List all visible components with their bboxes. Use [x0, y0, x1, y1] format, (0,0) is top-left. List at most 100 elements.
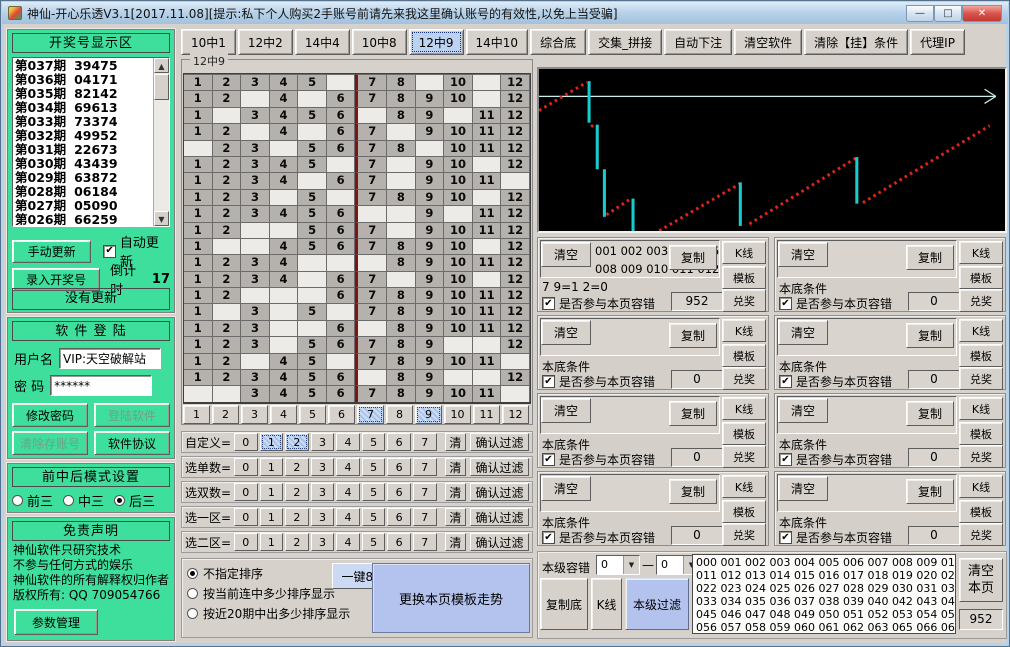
tolerance-checkbox[interactable]: ✔是否参与本页容错: [779, 451, 892, 468]
tolerance-checkbox[interactable]: ✔是否参与本页容错: [779, 373, 892, 390]
grid-cell[interactable]: [473, 90, 502, 106]
template-button[interactable]: 模板: [959, 500, 1003, 523]
filter-digit-3[interactable]: 3: [311, 533, 335, 551]
grid-cell[interactable]: 7: [355, 156, 387, 172]
clear-button[interactable]: 清: [445, 508, 467, 526]
grid-cell[interactable]: 5: [298, 189, 327, 205]
template-button[interactable]: 模板: [959, 422, 1003, 445]
filter-digit-4[interactable]: 4: [336, 483, 360, 501]
grid-cell[interactable]: 3: [241, 189, 270, 205]
template-button[interactable]: 模板: [959, 266, 1003, 289]
grid-cell[interactable]: [387, 205, 416, 221]
grid-cell[interactable]: [473, 238, 502, 254]
filter-digit-6[interactable]: 6: [387, 508, 411, 526]
grid-cell[interactable]: 12: [501, 90, 530, 106]
filter-digit-0[interactable]: 0: [234, 433, 258, 451]
grid-cell[interactable]: 3: [241, 140, 270, 156]
number-button-9[interactable]: 9: [415, 405, 442, 424]
change-password-button[interactable]: 修改密码: [12, 403, 88, 427]
grid-cell[interactable]: [387, 222, 416, 238]
grid-cell[interactable]: 12: [501, 189, 530, 205]
grid-cell[interactable]: 9: [416, 107, 445, 123]
grid-cell[interactable]: [270, 222, 299, 238]
grid-cell[interactable]: [270, 303, 299, 319]
grid-cell[interactable]: 9: [416, 320, 445, 336]
grid-cell[interactable]: 4: [270, 107, 299, 123]
grid-cell[interactable]: 1: [184, 107, 213, 123]
grid-cell[interactable]: [387, 172, 416, 188]
grid-cell[interactable]: [241, 353, 270, 369]
grid-cell[interactable]: 12: [501, 74, 530, 90]
filter-digit-3[interactable]: 3: [311, 508, 335, 526]
grid-cell[interactable]: [416, 74, 445, 90]
grid-cell[interactable]: 9: [416, 156, 445, 172]
clear-button[interactable]: 清空: [778, 242, 828, 267]
grid-cell[interactable]: 2: [213, 172, 242, 188]
grid-cell[interactable]: 5: [298, 369, 327, 385]
list-item[interactable]: 第035期82142: [15, 87, 152, 101]
mode-option[interactable]: 中三: [63, 491, 104, 510]
grid-cell[interactable]: 10: [444, 320, 473, 336]
grid-cell[interactable]: 2: [213, 222, 242, 238]
list-item[interactable]: 第037期39475: [15, 59, 152, 73]
grid-cell[interactable]: 12: [501, 271, 530, 287]
grid-cell[interactable]: 2: [213, 336, 242, 352]
grid-cell[interactable]: 6: [327, 369, 356, 385]
confirm-filter-button[interactable]: 确认过滤: [470, 483, 529, 501]
agreement-button[interactable]: 软件协议: [94, 431, 170, 455]
tab-清空软件[interactable]: 清空软件: [734, 29, 802, 55]
grid-cell[interactable]: 9: [416, 336, 445, 352]
grid-cell[interactable]: 11: [473, 205, 502, 221]
grid-cell[interactable]: 9: [416, 254, 445, 270]
template-button[interactable]: 模板: [722, 266, 766, 289]
grid-cell[interactable]: 12: [501, 369, 530, 385]
grid-cell[interactable]: 10: [444, 238, 473, 254]
number-button-10[interactable]: 10: [444, 405, 471, 424]
clear-button[interactable]: 清: [445, 458, 467, 476]
grid-cell[interactable]: 4: [270, 156, 299, 172]
number-button-4[interactable]: 4: [270, 405, 297, 424]
scroll-up-icon[interactable]: ▲: [154, 58, 169, 73]
username-input[interactable]: [59, 348, 161, 369]
grid-cell[interactable]: 4: [270, 90, 299, 106]
grid-cell[interactable]: [355, 320, 387, 336]
grid-cell[interactable]: 8: [387, 90, 416, 106]
grid-cell[interactable]: 7: [355, 271, 387, 287]
grid-cell[interactable]: 11: [473, 320, 502, 336]
grid-cell[interactable]: 5: [298, 303, 327, 319]
grid-cell[interactable]: [270, 320, 299, 336]
grid-cell[interactable]: 6: [327, 238, 356, 254]
grid-cell[interactable]: 1: [184, 254, 213, 270]
grid-cell[interactable]: [327, 156, 356, 172]
number-button-6[interactable]: 6: [328, 405, 355, 424]
grid-cell[interactable]: [444, 107, 473, 123]
list-item[interactable]: 第028期06184: [15, 185, 152, 199]
grid-cell[interactable]: 1: [184, 90, 213, 106]
grid-cell[interactable]: 3: [241, 254, 270, 270]
grid-cell[interactable]: 12: [501, 320, 530, 336]
filter-digit-0[interactable]: 0: [234, 508, 258, 526]
grid-cell[interactable]: 6: [327, 140, 356, 156]
template-button[interactable]: 模板: [722, 500, 766, 523]
grid-cell[interactable]: [184, 140, 213, 156]
tab-14中4[interactable]: 14中4: [295, 29, 350, 55]
grid-cell[interactable]: 10: [444, 254, 473, 270]
redeem-button[interactable]: 兑奖: [959, 523, 1003, 546]
grid-cell[interactable]: 8: [387, 189, 416, 205]
grid-cell[interactable]: [387, 123, 416, 139]
grid-cell[interactable]: 5: [298, 156, 327, 172]
filter-digit-5[interactable]: 5: [362, 458, 386, 476]
grid-cell[interactable]: 5: [298, 74, 327, 90]
list-item[interactable]: 第031期22673: [15, 143, 152, 157]
grid-cell[interactable]: 11: [473, 303, 502, 319]
grid-cell[interactable]: [270, 336, 299, 352]
grid-cell[interactable]: 9: [416, 205, 445, 221]
close-button[interactable]: ✕: [962, 5, 1002, 22]
grid-cell[interactable]: 3: [241, 107, 270, 123]
grid-cell[interactable]: 10: [444, 140, 473, 156]
clear-button[interactable]: 清: [445, 533, 467, 551]
grid-cell[interactable]: 8: [387, 369, 416, 385]
template-button[interactable]: 模板: [959, 344, 1003, 367]
level-filter-button[interactable]: 本级过滤: [625, 578, 689, 630]
filter-digit-3[interactable]: 3: [311, 433, 335, 451]
